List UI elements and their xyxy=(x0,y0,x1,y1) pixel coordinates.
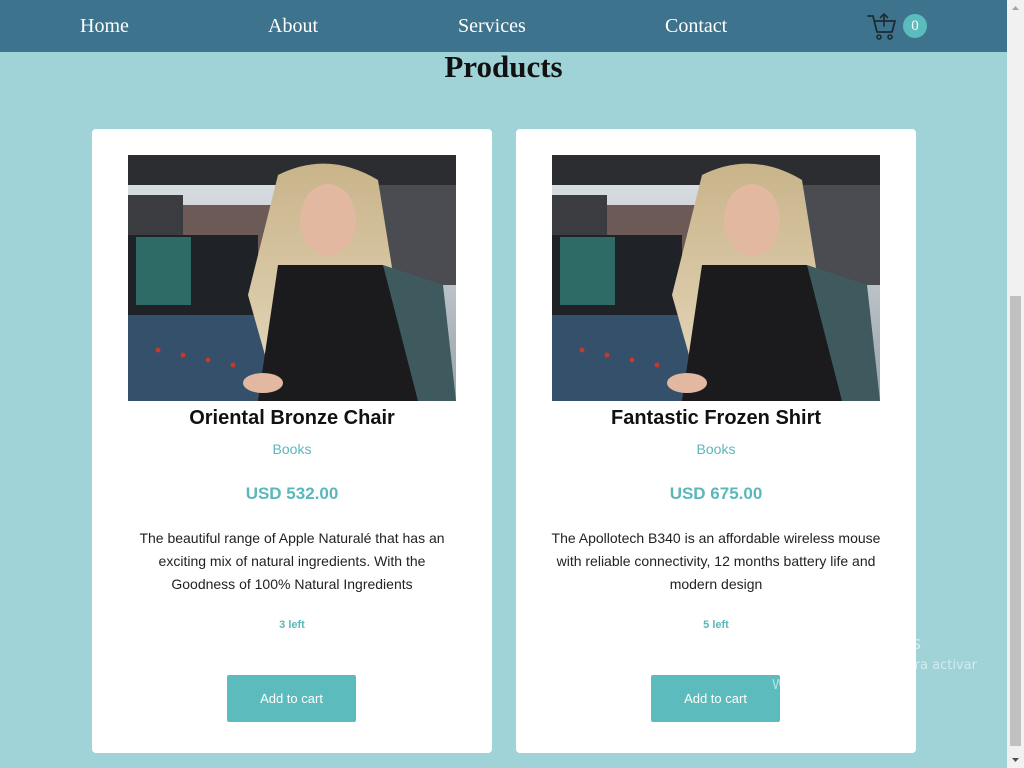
product-card: Oriental Bronze Chair Books USD 532.00 T… xyxy=(92,129,492,753)
vertical-scrollbar[interactable] xyxy=(1007,0,1024,768)
nav-link-services[interactable]: Services xyxy=(458,14,526,38)
cart-count-badge: 0 xyxy=(903,14,927,38)
product-image[interactable] xyxy=(552,155,880,401)
nav-link-home[interactable]: Home xyxy=(80,14,129,38)
product-name[interactable]: Fantastic Frozen Shirt xyxy=(516,405,916,431)
cart-button[interactable]: 0 xyxy=(866,10,930,42)
product-description: The beautiful range of Apple Naturalé th… xyxy=(139,530,445,592)
scroll-up-arrow-icon[interactable] xyxy=(1007,0,1024,17)
nav-link-contact[interactable]: Contact xyxy=(665,14,727,38)
product-image[interactable] xyxy=(128,155,456,401)
scroll-down-arrow-icon[interactable] xyxy=(1007,751,1024,768)
product-name[interactable]: Oriental Bronze Chair xyxy=(92,405,492,431)
stock-remaining: 3 left xyxy=(279,619,305,631)
product-price: USD 675.00 xyxy=(669,484,763,503)
product-description: The Apollotech B340 is an affordable wir… xyxy=(551,530,881,592)
navbar: Home About Services Contact 0 xyxy=(0,0,1007,52)
add-to-cart-button[interactable]: Add to cart xyxy=(227,675,356,722)
stock-remaining: 5 left xyxy=(703,619,729,631)
product-category[interactable]: Books xyxy=(92,440,492,458)
product-card: Fantastic Frozen Shirt Books USD 675.00 … xyxy=(516,129,916,753)
add-to-cart-button[interactable]: Add to cart xyxy=(651,675,780,722)
page-title: Products xyxy=(444,49,563,84)
nav-link-about[interactable]: About xyxy=(268,14,318,38)
scrollbar-thumb[interactable] xyxy=(1010,296,1021,746)
product-category[interactable]: Books xyxy=(516,440,916,458)
shopping-cart-icon xyxy=(867,13,896,40)
product-price: USD 532.00 xyxy=(245,484,339,503)
